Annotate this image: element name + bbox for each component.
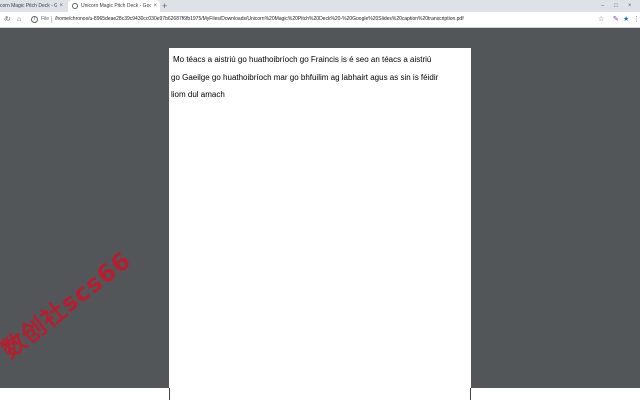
tab-title: corn Magic Pitch Deck - Goo... — [0, 3, 58, 9]
home-icon[interactable]: ⌂ — [17, 12, 21, 27]
globe-icon — [72, 3, 78, 9]
pdf-page: Mo téacs a aistriú go huathoibríoch go F… — [169, 48, 471, 393]
close-window-icon[interactable]: × — [628, 0, 632, 12]
tab-close-icon[interactable]: × — [153, 3, 157, 9]
tab-title: Unicorn Magic Pitch Deck - Goo... — [81, 3, 152, 9]
tab-unicorn-pitch-deck-1[interactable]: corn Magic Pitch Deck - Goo... × — [0, 0, 66, 12]
pen-extension-icon[interactable]: ✎ — [613, 12, 619, 27]
extension-icon[interactable]: ★ — [623, 12, 629, 27]
file-scheme-label: File — [41, 16, 50, 22]
separator — [51, 16, 52, 23]
tab-unicorn-pitch-deck-2[interactable]: Unicorn Magic Pitch Deck - Goo... × — [68, 0, 160, 12]
new-tab-button[interactable]: + — [162, 0, 167, 12]
reload-icon[interactable]: ↻ — [5, 12, 11, 27]
pdf-page-continuation — [169, 388, 471, 400]
document-text-line: Mo téacs a aistriú go huathoibríoch go F… — [173, 55, 432, 64]
minimize-icon[interactable]: – — [601, 0, 604, 12]
document-text-line: liom dul amach — [171, 90, 225, 99]
star-icon[interactable]: ☆ — [598, 12, 604, 27]
menu-icon[interactable]: ⋮ — [633, 12, 640, 27]
tab-strip: corn Magic Pitch Deck - Goo... × Unicorn… — [0, 0, 640, 12]
url-input[interactable]: /home/chronos/u-8965deae28c39c9430cc030e… — [55, 12, 464, 27]
info-icon[interactable]: i — [31, 16, 38, 23]
address-toolbar: ‹ ↻ ⌂ i File /home/chronos/u-8965deae28c… — [0, 12, 640, 28]
maximize-icon[interactable]: □ — [614, 0, 618, 12]
tab-close-icon[interactable]: × — [59, 3, 63, 9]
pdf-viewer[interactable]: Mo téacs a aistriú go huathoibríoch go F… — [0, 28, 640, 393]
document-text-line: go Gaeilge go huathoibríoch mar go bhfui… — [171, 73, 439, 82]
